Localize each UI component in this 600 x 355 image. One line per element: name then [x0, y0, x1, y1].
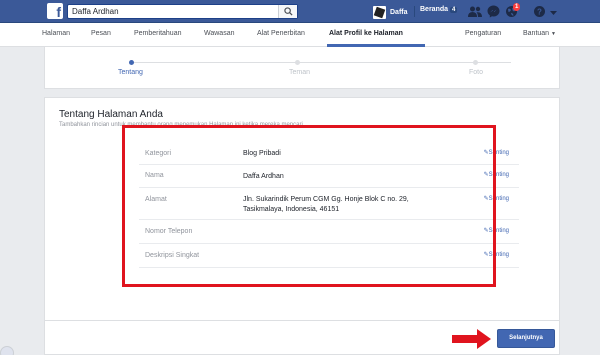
tab-pesan[interactable]: Pesan [91, 30, 111, 37]
profile-link[interactable]: Daffa [373, 5, 408, 19]
avatar [373, 5, 386, 19]
help-icon[interactable]: ? [533, 5, 546, 18]
tab-pemberitahuan[interactable]: Pemberitahuan [134, 30, 181, 37]
step-dot-tentang [129, 60, 134, 65]
step-dot-foto [473, 60, 478, 65]
user-name: Daffa [390, 8, 408, 16]
step-label-foto: Foto [469, 69, 484, 76]
divider [414, 6, 415, 17]
step-connector [133, 62, 511, 63]
tab-alat-profil-ke-halaman[interactable]: Alat Profil ke Halaman [329, 30, 403, 37]
step-label-teman: Teman [289, 69, 311, 76]
search-icon [284, 7, 293, 16]
tab-bantuan-label: Bantuan [523, 30, 550, 37]
globe-icon[interactable]: 1 [505, 3, 521, 18]
search-input[interactable] [68, 5, 278, 18]
top-bar: f Daffa Beranda4 [0, 0, 600, 23]
divider [45, 320, 559, 321]
search-box [67, 4, 298, 19]
tab-bantuan[interactable]: Bantuan ▼ [523, 30, 556, 37]
page-nav: Halaman Pesan Pemberitahuan Wawasan Alat… [0, 23, 600, 47]
chevron-down-icon: ▼ [551, 31, 556, 37]
tab-pengaturan[interactable]: Pengaturan [465, 30, 501, 37]
tab-alat-penerbitan[interactable]: Alat Penerbitan [257, 30, 305, 37]
highlight-box [122, 125, 496, 287]
friends-icon[interactable] [468, 5, 482, 18]
search-button[interactable] [278, 5, 297, 18]
notification-badge: 1 [513, 3, 521, 11]
svg-text:?: ? [537, 7, 542, 16]
step-label-tentang: Tentang [118, 69, 143, 76]
chat-bubble-icon[interactable] [0, 346, 14, 355]
facebook-logo-icon[interactable]: f [47, 3, 63, 20]
tab-halaman[interactable]: Halaman [42, 30, 70, 37]
home-link[interactable]: Beranda 4 [420, 6, 458, 13]
arrow-icon [452, 329, 491, 349]
messenger-icon[interactable] [487, 5, 500, 18]
dropdown-icon[interactable] [550, 9, 557, 15]
step-dot-teman [295, 60, 300, 65]
home-count-badge: 4 [450, 7, 458, 13]
next-button[interactable]: Selanjutnya [497, 329, 555, 348]
steps-progress: Tentang Teman Foto [44, 47, 560, 89]
card-title: Tentang Halaman Anda [59, 109, 163, 120]
tab-wawasan[interactable]: Wawasan [204, 30, 234, 37]
home-label: Beranda [420, 6, 449, 13]
